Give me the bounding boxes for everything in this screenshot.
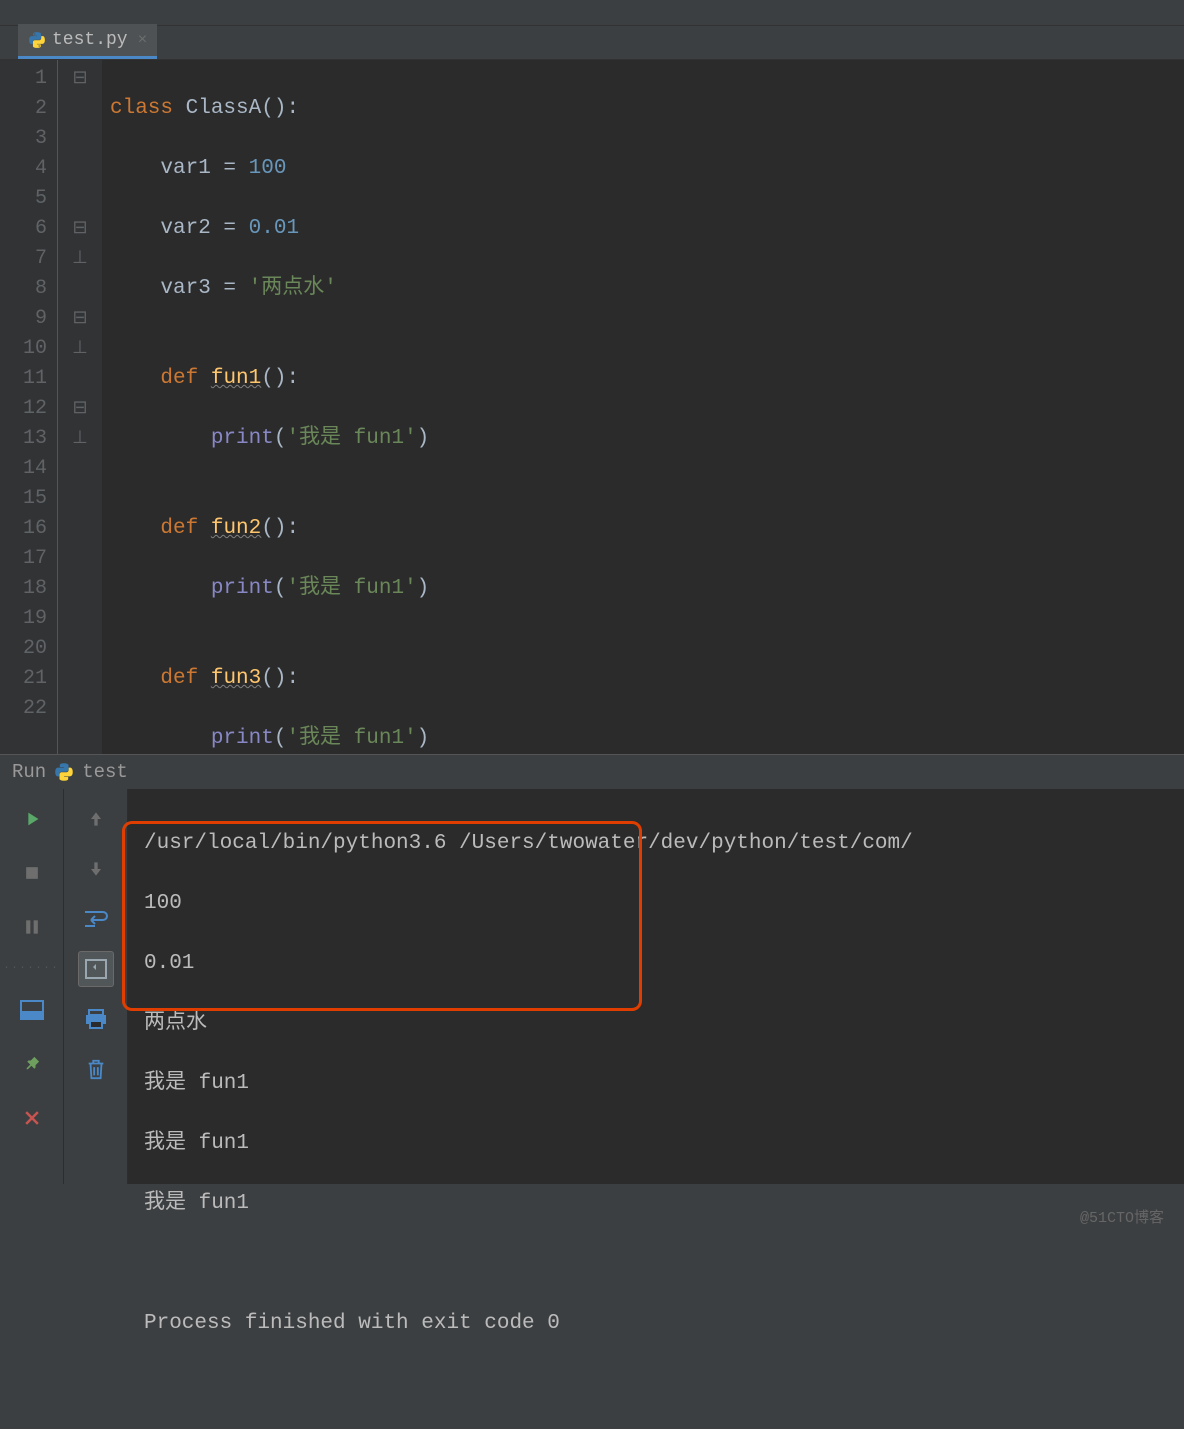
scroll-to-end-button[interactable]	[78, 951, 114, 987]
console-line: 两点水	[144, 1009, 1168, 1039]
console-command: /usr/local/bin/python3.6 /Users/twowater…	[144, 829, 1168, 859]
watermark: @51CTO博客	[1080, 1206, 1164, 1227]
run-label: Run	[12, 761, 46, 783]
code-editor[interactable]: 12345678910111213141516171819202122 ⊟ ⊟ …	[0, 60, 1184, 754]
line-number-gutter: 12345678910111213141516171819202122	[0, 60, 58, 754]
print-button[interactable]	[78, 1001, 114, 1037]
soft-wrap-button[interactable]	[78, 901, 114, 937]
console-line: 我是 fun1	[144, 1129, 1168, 1159]
console-line: 100	[144, 889, 1168, 919]
editor-tab-testpy[interactable]: test.py ×	[18, 24, 157, 59]
console-line: 0.01	[144, 949, 1168, 979]
window-topbar	[0, 0, 1184, 26]
fold-end-icon[interactable]: ⊥	[58, 424, 102, 454]
console-line: 我是 fun1	[144, 1069, 1168, 1099]
console-line: 我是 fun1	[144, 1189, 1168, 1219]
pin-button[interactable]	[14, 1046, 50, 1082]
python-icon	[54, 762, 74, 782]
fold-toggle-icon[interactable]: ⊟	[58, 64, 102, 94]
console-output[interactable]: /usr/local/bin/python3.6 /Users/twowater…	[128, 789, 1184, 1184]
run-tool-window: Run test ······· /usr/local/bin/python3.…	[0, 754, 1184, 1184]
rerun-button[interactable]	[14, 801, 50, 837]
run-toolbar-console	[64, 789, 128, 1184]
close-icon[interactable]: ×	[134, 31, 148, 49]
scroll-up-button[interactable]	[78, 801, 114, 837]
stop-button[interactable]	[14, 855, 50, 891]
python-file-icon	[28, 31, 46, 49]
console-exit-message: Process finished with exit code 0	[144, 1309, 1168, 1339]
scroll-down-button[interactable]	[78, 851, 114, 887]
editor-tab-bar: test.py ×	[0, 26, 1184, 60]
fold-toggle-icon[interactable]: ⊟	[58, 394, 102, 424]
fold-column: ⊟ ⊟ ⊥ ⊟ ⊥ ⊟ ⊥	[58, 60, 102, 754]
tab-filename: test.py	[52, 30, 128, 50]
code-content[interactable]: class ClassA(): var1 = 100 var2 = 0.01 v…	[102, 60, 1184, 754]
fold-end-icon[interactable]: ⊥	[58, 244, 102, 274]
fold-end-icon[interactable]: ⊥	[58, 334, 102, 364]
clear-all-button[interactable]	[78, 1051, 114, 1087]
fold-toggle-icon[interactable]: ⊟	[58, 304, 102, 334]
close-button[interactable]	[14, 1100, 50, 1136]
separator: ·······	[3, 963, 59, 974]
pause-button[interactable]	[14, 909, 50, 945]
fold-toggle-icon[interactable]: ⊟	[58, 214, 102, 244]
run-toolbar-left: ·······	[0, 789, 64, 1184]
run-config-name: test	[82, 761, 128, 783]
layout-button[interactable]	[14, 992, 50, 1028]
